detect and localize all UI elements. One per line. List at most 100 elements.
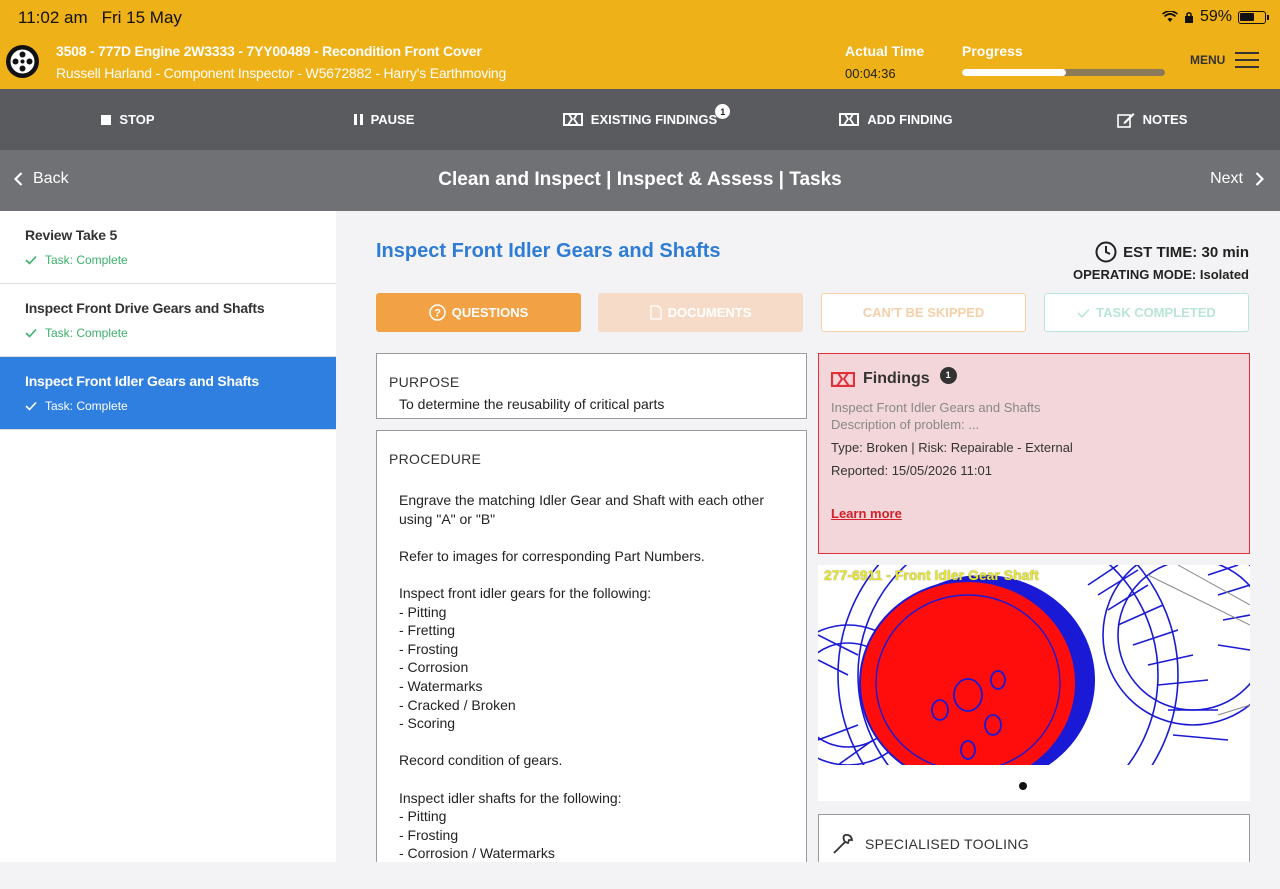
checkmark-icon [25, 401, 37, 411]
pause-label: PAUSE [370, 112, 415, 127]
app-header: 11:02 am Fri 15 May 59% 3508 - 777D Engin… [0, 0, 1280, 89]
checkmark-icon [25, 328, 37, 338]
add-finding-label: ADD FINDING [867, 112, 953, 127]
image-caption: 277-6911 - Front Idler Gear Shaft [824, 567, 1039, 583]
procedure-line: Inspect front idler gears for the follow… [399, 584, 652, 601]
broken-part-icon [839, 113, 860, 126]
tooling-label: SPECIALISED TOOLING [865, 836, 1029, 852]
procedure-line [399, 528, 794, 547]
status-indicators: 59% [1161, 8, 1269, 26]
existing-findings-label-wrap: EXISTING FINDINGS 1 [590, 104, 731, 127]
procedure-line: - Corrosion / Watermarks [399, 845, 555, 862]
cant-be-skipped-button[interactable]: CAN'T BE SKIPPED [821, 293, 1026, 332]
procedure-line: - Fretting [399, 622, 456, 639]
findings-card[interactable]: Findings 1 Inspect Front Idler Gears and… [818, 353, 1250, 554]
checkmark-icon [25, 255, 37, 265]
carousel-dot-active[interactable] [1019, 782, 1027, 790]
wrench-icon [833, 833, 854, 854]
sidebar-item-title: Inspect Front Idler Gears and Shafts [25, 373, 259, 389]
procedure-line: Refer to images for corresponding Part N… [399, 547, 705, 564]
procedure-line: - Corrosion [399, 659, 469, 676]
status-clock: 11:02 am Fri 15 May [18, 8, 196, 28]
notes-button[interactable]: NOTES [1024, 89, 1280, 150]
gear-shaft-illustration [818, 565, 1250, 765]
status-date: Fri 15 May [101, 8, 182, 27]
procedure-line: using "A" or "B" [399, 510, 496, 527]
procedure-heading: PROCEDURE [389, 451, 482, 467]
procedure-line: - Frosting [399, 640, 459, 657]
procedure-line: - Scoring [399, 715, 456, 732]
actual-time-label: Actual Time [845, 43, 925, 59]
purpose-panel: PURPOSE To determine the reusability of … [376, 353, 807, 419]
procedure-line: Record condition of gears. [399, 752, 563, 769]
procedure-line: - Watermarks [399, 677, 483, 694]
stop-button[interactable]: STOP [0, 89, 256, 150]
job-subtitle: Russell Harland - Component Inspector - … [56, 65, 507, 81]
procedure-line: - Cracked / Broken [399, 696, 516, 713]
est-time: EST TIME: 30 min [1095, 241, 1249, 263]
page-title: Clean and Inspect | Inspect & Assess | T… [438, 169, 842, 190]
menu-button[interactable]: MENU [1190, 52, 1260, 68]
broken-part-icon [562, 113, 583, 126]
progress-bar [962, 69, 1165, 76]
sidebar-item-title: Inspect Front Drive Gears and Shafts [25, 300, 265, 316]
learn-more-link[interactable]: Learn more [831, 506, 1237, 521]
pause-button[interactable]: PAUSE [256, 89, 512, 150]
procedure-line: Engrave the matching Idler Gear and Shaf… [399, 492, 764, 508]
task-status-text: Task: Complete [45, 326, 128, 340]
task-completed-button[interactable]: TASK COMPLETED [1044, 293, 1249, 332]
progress-fill [962, 69, 1066, 76]
battery-icon [1238, 10, 1269, 24]
task-completed-label: TASK COMPLETED [1096, 305, 1216, 320]
procedure-text: Engrave the matching Idler Gear and Shaf… [389, 491, 794, 863]
operating-mode: OPERATING MODE: Isolated [1073, 267, 1249, 282]
procedure-line: - Pitting [399, 808, 447, 825]
next-button[interactable]: Next [1210, 170, 1264, 188]
findings-count-badge: 1 [715, 104, 731, 119]
finding-task: Inspect Front Idler Gears and Shafts [831, 400, 1041, 415]
questions-button[interactable]: ? QUESTIONS [376, 293, 581, 332]
stop-icon [101, 114, 112, 125]
findings-title: Findings [863, 370, 930, 387]
part-image-carousel[interactable]: 277-6911 - Front Idler Gear Shaft [818, 565, 1250, 801]
hamburger-icon [1235, 52, 1260, 68]
menu-label: MENU [1190, 53, 1226, 67]
actual-time-value: 00:04:36 [845, 66, 896, 81]
action-toolbar: STOP PAUSE EXISTING FINDINGS 1 ADD FINDI… [0, 89, 1280, 150]
documents-button[interactable]: DOCUMENTS [598, 293, 803, 332]
sidebar-item-status: Task: Complete [25, 326, 311, 340]
purpose-heading: PURPOSE [389, 374, 460, 390]
wifi-icon [1161, 11, 1178, 22]
app-logo [6, 45, 39, 78]
documents-label: DOCUMENTS [667, 305, 752, 320]
question-icon: ? [428, 304, 446, 321]
notes-label: NOTES [1142, 112, 1188, 127]
stop-label: STOP [119, 112, 155, 127]
sidebar-item-front-drive-gears[interactable]: Inspect Front Drive Gears and Shafts Tas… [0, 284, 336, 357]
task-title: Inspect Front Idler Gears and Shafts [376, 240, 721, 262]
add-finding-button[interactable]: ADD FINDING [768, 89, 1024, 150]
procedure-panel[interactable]: PROCEDURE Engrave the matching Idler Gea… [376, 430, 807, 870]
part-diagram-image: 277-6911 - Front Idler Gear Shaft [818, 565, 1250, 765]
est-time-text: EST TIME: 30 min [1123, 243, 1249, 261]
lock-icon [1184, 11, 1193, 23]
sidebar-item-review-take-5[interactable]: Review Take 5 Task: Complete [0, 211, 336, 284]
progress-label: Progress [962, 43, 1023, 59]
findings-count-badge: 1 [939, 366, 957, 384]
sidebar-item-front-idler-gears[interactable]: Inspect Front Idler Gears and Shafts Tas… [0, 357, 336, 430]
sidebar-item-status: Task: Complete [25, 253, 311, 267]
task-status-text: Task: Complete [45, 399, 128, 413]
finding-reported: Reported: 15/05/2026 11:01 [831, 463, 992, 478]
finding-type-risk: Type: Broken | Risk: Repairable - Extern… [831, 440, 1073, 455]
nav-bar: Back Clean and Inspect | Inspect & Asses… [0, 150, 1280, 211]
existing-findings-button[interactable]: EXISTING FINDINGS 1 [512, 89, 768, 150]
questions-label: QUESTIONS [451, 305, 529, 320]
finding-description: Description of problem: ... [831, 417, 980, 432]
svg-text:?: ? [434, 308, 441, 320]
clock-icon [1095, 241, 1117, 263]
next-label: Next [1210, 170, 1243, 187]
existing-findings-label: EXISTING FINDINGS [590, 112, 718, 127]
procedure-line: - Frosting [399, 826, 459, 843]
procedure-line [399, 565, 794, 584]
procedure-line: - Pitting [399, 603, 447, 620]
